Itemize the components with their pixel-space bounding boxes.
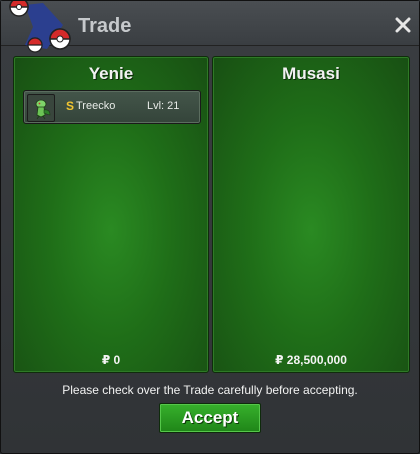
money-offer-left: ₽ 0 xyxy=(101,353,121,367)
money-offer-right: ₽ 28,500,000 xyxy=(275,353,347,367)
player-name-right: Musasi xyxy=(282,64,340,83)
trade-panel-right: Musasi ₽ 28,500,000 xyxy=(212,56,410,373)
pokeball-logo-icon xyxy=(9,1,71,53)
close-icon[interactable] xyxy=(395,17,411,33)
player-name-left: Yenie xyxy=(88,64,134,83)
trade-panel-left: Yenie S Treecko Lvl: 21 ₽ 0 xyxy=(13,56,209,373)
pokemon-name: Treecko xyxy=(76,100,116,112)
trade-item-slot[interactable]: S Treecko Lvl: 21 xyxy=(23,90,201,124)
window-title: Trade xyxy=(78,15,132,37)
trade-window: Trade Yenie S Treecko Lvl: 21 ₽ 0 Musasi… xyxy=(0,0,420,454)
trade-notice: Please check over the Trade carefully be… xyxy=(62,383,358,397)
pokemon-level: Lvl: 21 xyxy=(147,100,180,112)
shiny-indicator: S xyxy=(66,99,75,113)
treecko-sprite-icon xyxy=(27,94,55,122)
accept-button[interactable]: Accept xyxy=(159,403,261,433)
